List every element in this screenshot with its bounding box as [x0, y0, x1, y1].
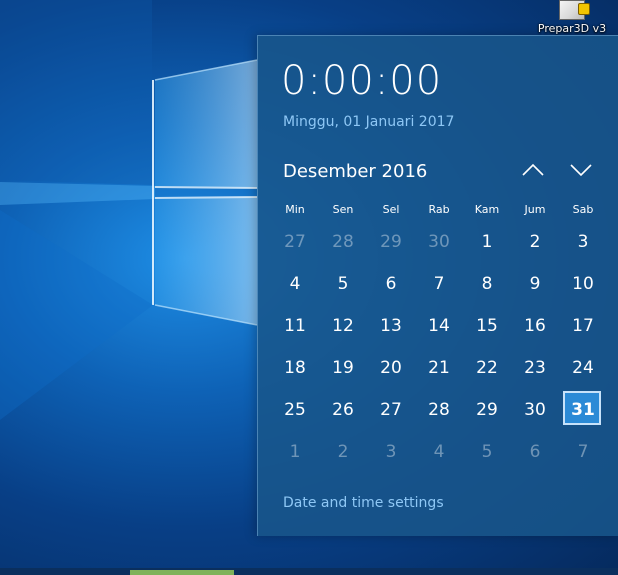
weekday-header: Sel — [382, 203, 400, 216]
calendar-day[interactable]: 27 — [367, 389, 415, 431]
application-icon — [559, 0, 590, 20]
calendar-day[interactable]: 8 — [463, 263, 511, 305]
date-time-settings-link[interactable]: Date and time settings — [283, 495, 444, 511]
calendar-day[interactable]: 30 — [511, 389, 559, 431]
calendar-day[interactable]: 28 — [415, 389, 463, 431]
weekday-header: Min — [285, 203, 305, 216]
calendar-day[interactable]: 26 — [319, 389, 367, 431]
calendar-day[interactable]: 2 — [511, 221, 559, 263]
calendar-day[interactable]: 5 — [463, 431, 511, 473]
calendar-day[interactable]: 3 — [367, 431, 415, 473]
calendar-day[interactable]: 27 — [271, 221, 319, 263]
calendar-grid: Min Sen Sel Rab Kam Jum Sab 27 28 29 30 1 2 3 4 5 6 7 8 9 10… — [271, 201, 607, 473]
calendar-day[interactable]: 9 — [511, 263, 559, 305]
weekday-header: Rab — [428, 203, 450, 216]
calendar-day[interactable]: 24 — [559, 347, 607, 389]
calendar-day[interactable]: 13 — [367, 305, 415, 347]
weekday-header: Sab — [572, 203, 594, 216]
calendar-day[interactable]: 20 — [367, 347, 415, 389]
calendar-day[interactable]: 28 — [319, 221, 367, 263]
calendar-day[interactable]: 11 — [271, 305, 319, 347]
calendar-day[interactable]: 12 — [319, 305, 367, 347]
calendar-day[interactable]: 1 — [463, 221, 511, 263]
desktop-shortcut-prepar3d[interactable]: Prepar3D v3 — [532, 0, 612, 36]
calendar-day[interactable]: 6 — [511, 431, 559, 473]
calendar-day[interactable]: 25 — [271, 389, 319, 431]
calendar-day[interactable]: 15 — [463, 305, 511, 347]
calendar-day[interactable]: 16 — [511, 305, 559, 347]
month-year-header[interactable]: Desember 2016 — [283, 161, 427, 182]
calendar-day[interactable]: 29 — [463, 389, 511, 431]
calendar-day[interactable]: 23 — [511, 347, 559, 389]
calendar-day[interactable]: 18 — [271, 347, 319, 389]
calendar-day[interactable]: 14 — [415, 305, 463, 347]
clock-time: 0:00:00 — [281, 58, 443, 104]
next-month-button[interactable] — [566, 158, 596, 182]
weekday-header: Sen — [332, 203, 354, 216]
calendar-day[interactable]: 10 — [559, 263, 607, 305]
calendar-day[interactable]: 4 — [415, 431, 463, 473]
calendar-day[interactable]: 29 — [367, 221, 415, 263]
chevron-up-icon — [522, 163, 544, 176]
calendar-day[interactable]: 30 — [415, 221, 463, 263]
chevron-down-icon — [570, 164, 592, 177]
taskbar-app-indicator[interactable] — [130, 570, 234, 575]
clock-calendar-flyout: 0:00:00 Minggu, 01 Januari 2017 Desember… — [257, 35, 618, 536]
calendar-day[interactable]: 3 — [559, 221, 607, 263]
calendar-day[interactable]: 19 — [319, 347, 367, 389]
calendar-day[interactable]: 5 — [319, 263, 367, 305]
taskbar — [0, 568, 618, 575]
weekday-header: Jum — [524, 203, 546, 216]
calendar-day[interactable]: 7 — [559, 431, 607, 473]
calendar-day[interactable]: 21 — [415, 347, 463, 389]
long-date-link[interactable]: Minggu, 01 Januari 2017 — [283, 114, 454, 130]
desktop-shortcut-label: Prepar3D v3 — [537, 22, 607, 35]
weekday-header: Kam — [474, 203, 500, 216]
previous-month-button[interactable] — [518, 158, 548, 182]
calendar-day[interactable]: 22 — [463, 347, 511, 389]
calendar-day[interactable]: 6 — [367, 263, 415, 305]
calendar-day[interactable]: 7 — [415, 263, 463, 305]
calendar-day-today[interactable]: 31 — [559, 389, 607, 431]
calendar-day[interactable]: 1 — [271, 431, 319, 473]
calendar-day[interactable]: 2 — [319, 431, 367, 473]
calendar-day[interactable]: 17 — [559, 305, 607, 347]
calendar-day[interactable]: 4 — [271, 263, 319, 305]
